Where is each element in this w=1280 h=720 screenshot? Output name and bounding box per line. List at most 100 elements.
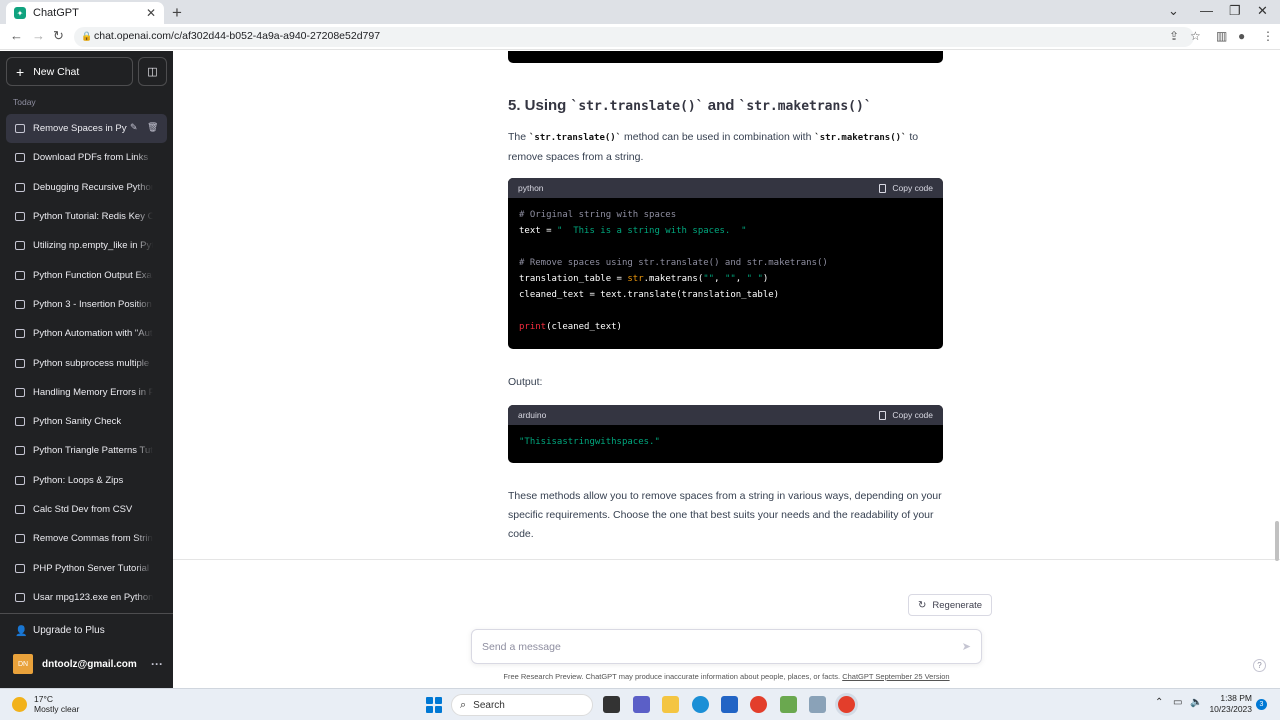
- new-chat-button[interactable]: + New Chat: [6, 57, 133, 86]
- network-icon[interactable]: ▭: [1173, 697, 1182, 708]
- url-text: chat.openai.com/c/af302d44-b052-4a9a-a94…: [94, 30, 381, 42]
- section-heading: 5. Using `str.translate()` and `str.make…: [508, 97, 872, 114]
- tab-title: ChatGPT: [33, 7, 79, 19]
- minimize-icon[interactable]: —: [1200, 3, 1213, 18]
- regenerate-button[interactable]: ↻ Regenerate: [908, 594, 993, 616]
- chat-item[interactable]: Python: Loops & Zips: [6, 466, 167, 495]
- chrome-icon[interactable]: [750, 696, 767, 713]
- side-panel-icon[interactable]: ▥: [1216, 29, 1227, 43]
- reload-icon[interactable]: ↻: [53, 28, 64, 44]
- chat-bubble-icon: [15, 124, 25, 134]
- bookmark-star-icon[interactable]: ☆: [1190, 29, 1201, 43]
- chat-item[interactable]: Python Triangle Patterns Tutorial: [6, 436, 167, 465]
- message-input[interactable]: Send a message ➤: [471, 629, 982, 664]
- chrome-active-icon[interactable]: [838, 696, 855, 713]
- upgrade-button[interactable]: 👤 Upgrade to Plus: [15, 625, 105, 637]
- edit-icon[interactable]: ✎: [130, 122, 138, 133]
- sidebar: + New Chat ◫ Today Remove Spaces in Pyth…: [0, 51, 173, 688]
- start-button[interactable]: [426, 697, 442, 713]
- help-button[interactable]: ?: [1253, 659, 1266, 672]
- chat-item[interactable]: Remove Commas from String: [6, 524, 167, 553]
- profile-icon[interactable]: ●: [1238, 29, 1245, 43]
- chat-item[interactable]: Download PDFs from Links: [6, 143, 167, 172]
- maximize-icon[interactable]: ❐: [1229, 3, 1241, 19]
- notepad-icon[interactable]: [780, 696, 797, 713]
- tab-close-icon[interactable]: ✕: [146, 6, 156, 20]
- back-icon[interactable]: ←: [10, 28, 23, 43]
- version-link[interactable]: ChatGPT September 25 Version: [842, 672, 949, 681]
- send-icon[interactable]: ➤: [962, 640, 971, 653]
- chat-bubble-icon: [15, 241, 25, 251]
- tab-search-icon[interactable]: ⌄: [1168, 3, 1179, 19]
- scrollbar[interactable]: [1275, 521, 1279, 561]
- chat-item[interactable]: PHP Python Server Tutorial: [6, 553, 167, 582]
- chat-item[interactable]: Remove Spaces in Python✎🗑: [6, 114, 167, 144]
- code-header: arduino Copy code: [508, 405, 943, 425]
- copy-code-button[interactable]: Copy code: [879, 183, 933, 193]
- forward-icon[interactable]: →: [32, 28, 45, 43]
- code-header: python Copy code: [508, 178, 943, 198]
- file-explorer-icon[interactable]: [662, 696, 679, 713]
- taskbar-clock[interactable]: 1:38 PM 10/23/2023: [1208, 693, 1252, 715]
- chat-item[interactable]: Python Automation with "AutoIt": [6, 319, 167, 348]
- volume-icon[interactable]: 🔈: [1190, 697, 1202, 708]
- chat-bubble-icon: [15, 505, 25, 514]
- more-options-icon[interactable]: ···: [151, 657, 163, 671]
- upgrade-label: Upgrade to Plus: [33, 625, 105, 636]
- chat-bubble-icon: [15, 329, 25, 339]
- new-chat-label: New Chat: [33, 65, 80, 78]
- code-body: # Original string with spaces text = " T…: [519, 210, 828, 332]
- content-divider: [173, 559, 1280, 560]
- chat-item[interactable]: Debugging Recursive Python: [6, 173, 167, 202]
- chat-bubble-icon: [15, 475, 25, 485]
- browser-titlebar: ✦ ChatGPT ✕ + ⌄ — ❐ ✕: [0, 0, 1280, 24]
- share-icon[interactable]: ⇪: [1169, 29, 1179, 43]
- taskbar-search[interactable]: ⌕ Search: [451, 694, 593, 716]
- sidebar-divider: [0, 613, 173, 614]
- chat-item[interactable]: Python subprocess multiple: [6, 348, 167, 377]
- chat-bubble-icon: [15, 387, 25, 397]
- chat-bubble-icon: [15, 358, 25, 368]
- toggle-sidebar-button[interactable]: ◫: [138, 57, 167, 86]
- task-view-icon[interactable]: [603, 696, 620, 713]
- chat-bubble-icon: [15, 563, 25, 573]
- avatar: DN: [13, 654, 33, 674]
- chat-item[interactable]: Python 3 - Insertion Position: [6, 290, 167, 319]
- user-menu[interactable]: DN dntoolz@gmail.com ···: [13, 654, 163, 674]
- tray-overflow-icon[interactable]: ⌃: [1155, 697, 1163, 708]
- chat-history-list: Remove Spaces in Python✎🗑 Download PDFs …: [6, 114, 167, 612]
- chat-item[interactable]: Handling Memory Errors in Python: [6, 378, 167, 407]
- weather-widget[interactable]: 17°C Mostly clear: [12, 694, 79, 714]
- copy-code-button[interactable]: Copy code: [879, 410, 933, 420]
- window-close-icon[interactable]: ✕: [1257, 3, 1268, 19]
- notification-badge[interactable]: 3: [1256, 699, 1267, 710]
- chat-bubble-icon: [15, 534, 25, 544]
- trash-icon[interactable]: 🗑: [147, 122, 158, 133]
- chat-bubble-icon: [15, 592, 25, 602]
- search-icon: ⌕: [460, 698, 467, 711]
- plus-icon: +: [16, 63, 25, 80]
- store-icon[interactable]: [721, 696, 738, 713]
- chat-item[interactable]: Python Function Output Example: [6, 260, 167, 289]
- edge-icon[interactable]: [692, 696, 709, 713]
- user-icon: 👤: [15, 625, 28, 637]
- refresh-icon: ↻: [918, 599, 927, 611]
- app-icon[interactable]: [809, 696, 826, 713]
- address-toolbar: ← → ↻ 🔒 chat.openai.com/c/af302d44-b052-…: [0, 24, 1280, 50]
- chat-main: 5. Using `str.translate()` and `str.make…: [173, 51, 1280, 688]
- code-language: arduino: [518, 410, 547, 420]
- chat-item[interactable]: Usar mpg123.exe en Python: [6, 583, 167, 612]
- python-code-block: python Copy code # Original string with …: [508, 178, 943, 349]
- chat-item[interactable]: Python Tutorial: Redis Key Check: [6, 202, 167, 231]
- code-language: python: [518, 183, 544, 193]
- chat-item[interactable]: Calc Std Dev from CSV: [6, 495, 167, 524]
- disclaimer: Free Research Preview. ChatGPT may produ…: [503, 672, 950, 681]
- chat-item[interactable]: Utilizing np.empty_like in Python: [6, 231, 167, 260]
- browser-menu-icon[interactable]: ⋮: [1262, 29, 1274, 43]
- new-tab-button[interactable]: +: [172, 3, 182, 23]
- url-bar[interactable]: 🔒 chat.openai.com/c/af302d44-b052-4a9a-a…: [74, 27, 1194, 47]
- teams-chat-icon[interactable]: [633, 696, 650, 713]
- browser-tab[interactable]: ✦ ChatGPT ✕: [6, 2, 164, 24]
- intro-paragraph: The `str.translate()` method can be used…: [508, 131, 919, 163]
- chat-item[interactable]: Python Sanity Check: [6, 407, 167, 436]
